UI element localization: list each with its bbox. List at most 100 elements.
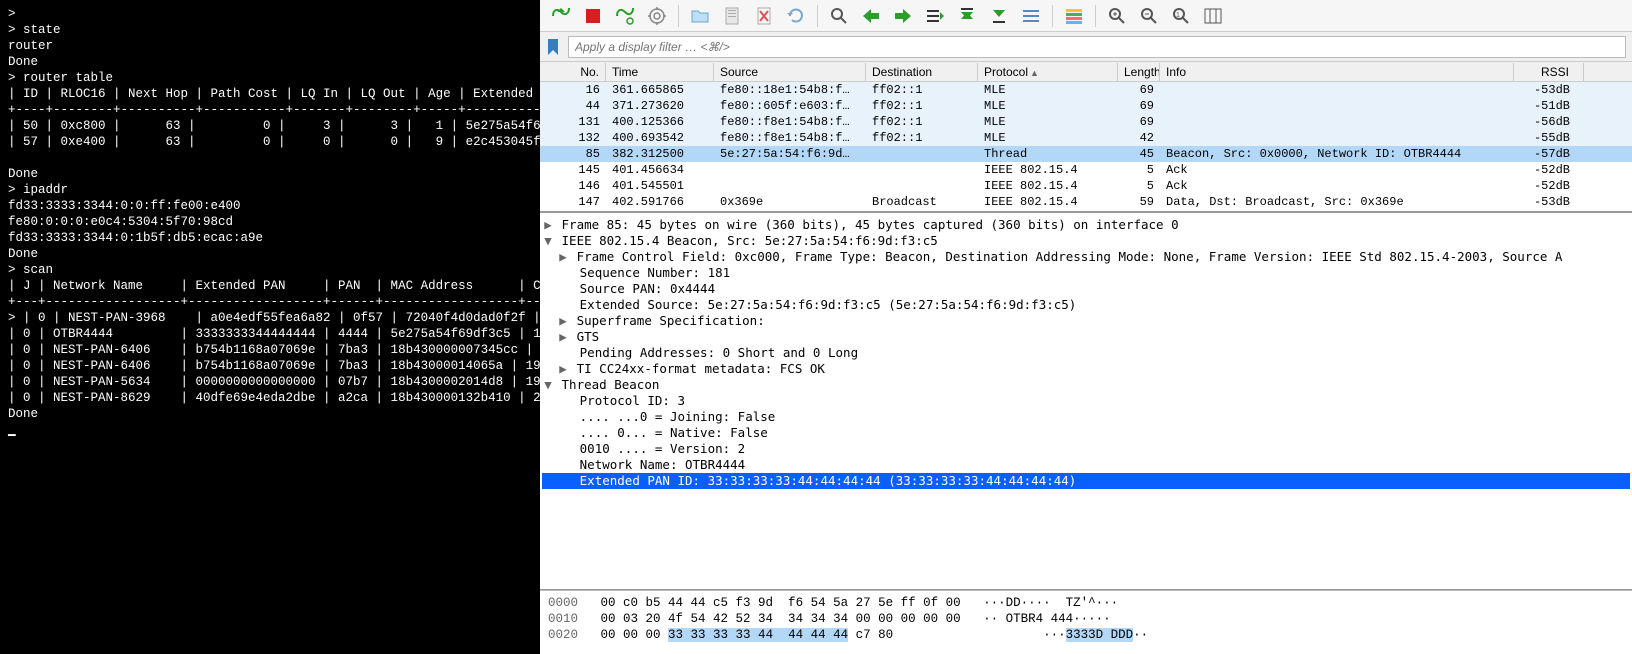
zoom-in-icon[interactable] — [1104, 3, 1130, 29]
expand-icon[interactable]: ▶ — [557, 329, 569, 345]
hex-bytes[interactable]: 00 03 20 4f 54 42 52 34 34 34 34 00 00 0… — [601, 612, 961, 626]
col-rssi[interactable]: RSSI — [1514, 63, 1584, 81]
start-capture-icon[interactable] — [548, 3, 574, 29]
cell-no: 85 — [540, 147, 606, 161]
bookmark-icon[interactable] — [546, 38, 564, 56]
cell-no: 146 — [540, 179, 606, 193]
hex-ascii: ···DD···· TZ'^··· — [983, 596, 1118, 610]
cell-time: 400.125366 — [606, 115, 714, 129]
save-file-icon[interactable] — [719, 3, 745, 29]
cell-dst: ff02::1 — [866, 115, 978, 129]
open-file-icon[interactable] — [687, 3, 713, 29]
capture-options-icon[interactable] — [644, 3, 670, 29]
collapse-icon[interactable]: ▼ — [542, 233, 554, 249]
go-back-icon[interactable] — [858, 3, 884, 29]
col-dst[interactable]: Destination — [866, 63, 978, 81]
col-len[interactable]: Length — [1118, 63, 1160, 81]
cell-rssi: -52dB — [1514, 179, 1584, 193]
cell-src: 0x369e — [714, 195, 866, 209]
go-last-icon[interactable] — [986, 3, 1012, 29]
jump-to-icon[interactable] — [922, 3, 948, 29]
packet-row[interactable]: 16361.665865fe80::18e1:54b8:f…ff02::1MLE… — [540, 82, 1632, 98]
detail-line[interactable]: ▶ TI CC24xx-format metadata: FCS OK — [542, 361, 1630, 377]
detail-line-selected[interactable]: Extended PAN ID: 33:33:33:33:44:44:44:44… — [542, 473, 1630, 489]
collapse-icon[interactable]: ▼ — [542, 377, 554, 393]
cell-no: 131 — [540, 115, 606, 129]
detail-line: Extended Source: 5e:27:5a:54:f6:9d:f3:c5… — [542, 297, 1630, 313]
expand-icon[interactable]: ▶ — [557, 249, 569, 265]
cell-info: Ack — [1160, 179, 1514, 193]
cell-rssi: -51dB — [1514, 99, 1584, 113]
detail-line[interactable]: ▶ GTS — [542, 329, 1630, 345]
cell-dst: ff02::1 — [866, 83, 978, 97]
resize-columns-icon[interactable] — [1200, 3, 1226, 29]
go-forward-icon[interactable] — [890, 3, 916, 29]
toolbar: 1 — [540, 0, 1632, 32]
go-first-icon[interactable] — [954, 3, 980, 29]
terminal-pane[interactable]: > > state router Done > router table | I… — [0, 0, 540, 654]
cell-proto: MLE — [978, 99, 1118, 113]
detail-line[interactable]: ▶ Frame 85: 45 bytes on wire (360 bits),… — [542, 217, 1630, 233]
auto-scroll-icon[interactable] — [1018, 3, 1044, 29]
col-info[interactable]: Info — [1160, 63, 1514, 81]
packet-row[interactable]: 147402.5917660x369eBroadcastIEEE 802.15.… — [540, 194, 1632, 210]
cell-no: 44 — [540, 99, 606, 113]
packet-details[interactable]: ▶ Frame 85: 45 bytes on wire (360 bits),… — [540, 212, 1632, 590]
packet-row[interactable]: 44371.273620fe80::605f:e603:f…ff02::1MLE… — [540, 98, 1632, 114]
stop-capture-icon[interactable] — [580, 3, 606, 29]
zoom-out-icon[interactable] — [1136, 3, 1162, 29]
display-filter-input[interactable] — [568, 36, 1626, 58]
col-proto[interactable]: Protocol▲ — [978, 63, 1118, 81]
close-file-icon[interactable] — [751, 3, 777, 29]
toolbar-separator — [678, 5, 679, 27]
cell-dst: ff02::1 — [866, 99, 978, 113]
cell-info: Ack — [1160, 163, 1514, 177]
detail-line[interactable]: ▶ Superframe Specification: — [542, 313, 1630, 329]
cell-len: 5 — [1118, 163, 1160, 177]
restart-capture-icon[interactable] — [612, 3, 638, 29]
packet-row[interactable]: 145401.456634IEEE 802.15.45Ack-52dB — [540, 162, 1632, 178]
detail-line[interactable]: ▼ IEEE 802.15.4 Beacon, Src: 5e:27:5a:54… — [542, 233, 1630, 249]
cell-proto: MLE — [978, 115, 1118, 129]
find-icon[interactable] — [826, 3, 852, 29]
detail-line[interactable]: ▼ Thread Beacon — [542, 377, 1630, 393]
cell-time: 402.591766 — [606, 195, 714, 209]
hex-bytes[interactable]: 00 00 00 — [601, 628, 669, 642]
hex-pane[interactable]: 0000 00 c0 b5 44 44 c5 f3 9d f6 54 5a 27… — [540, 590, 1632, 654]
packet-list[interactable]: No. Time Source Destination Protocol▲ Le… — [540, 62, 1632, 212]
packet-row[interactable]: 146401.545501IEEE 802.15.45Ack-52dB — [540, 178, 1632, 194]
cell-proto: MLE — [978, 83, 1118, 97]
cell-src: fe80::f8e1:54b8:f… — [714, 115, 866, 129]
cell-time: 361.665865 — [606, 83, 714, 97]
cell-rssi: -57dB — [1514, 147, 1584, 161]
cell-time: 401.456634 — [606, 163, 714, 177]
packet-list-header[interactable]: No. Time Source Destination Protocol▲ Le… — [540, 62, 1632, 82]
packet-row[interactable]: 132400.693542fe80::f8e1:54b8:f…ff02::1ML… — [540, 130, 1632, 146]
cell-no: 147 — [540, 195, 606, 209]
hex-ascii: ·· OTBR4 444····· — [983, 612, 1111, 626]
cell-src: fe80::605f:e603:f… — [714, 99, 866, 113]
colorize-icon[interactable] — [1061, 3, 1087, 29]
cell-len: 69 — [1118, 99, 1160, 113]
detail-line[interactable]: ▶ Frame Control Field: 0xc000, Frame Typ… — [542, 249, 1630, 265]
packet-row[interactable]: 85382.3125005e:27:5a:54:f6:9d…Thread45Be… — [540, 146, 1632, 162]
col-time[interactable]: Time — [606, 63, 714, 81]
packet-list-body[interactable]: 16361.665865fe80::18e1:54b8:f…ff02::1MLE… — [540, 82, 1632, 212]
packet-row[interactable]: 131400.125366fe80::f8e1:54b8:f…ff02::1ML… — [540, 114, 1632, 130]
detail-line: Protocol ID: 3 — [542, 393, 1630, 409]
col-no[interactable]: No. — [540, 63, 606, 81]
expand-icon[interactable]: ▶ — [542, 217, 554, 233]
expand-icon[interactable]: ▶ — [557, 361, 569, 377]
reload-icon[interactable] — [783, 3, 809, 29]
cell-dst: Broadcast — [866, 195, 978, 209]
cell-no: 16 — [540, 83, 606, 97]
hex-ascii: ··· — [1043, 628, 1066, 642]
hex-bytes[interactable]: c7 80 — [848, 628, 893, 642]
col-src[interactable]: Source — [714, 63, 866, 81]
hex-bytes[interactable]: 00 c0 b5 44 44 c5 f3 9d f6 54 5a 27 5e f… — [601, 596, 961, 610]
zoom-reset-icon[interactable]: 1 — [1168, 3, 1194, 29]
cell-rssi: -53dB — [1514, 195, 1584, 209]
expand-icon[interactable]: ▶ — [557, 313, 569, 329]
hex-bytes-selected[interactable]: 33 33 33 33 44 44 44 44 — [668, 628, 848, 642]
detail-line: 0010 .... = Version: 2 — [542, 441, 1630, 457]
